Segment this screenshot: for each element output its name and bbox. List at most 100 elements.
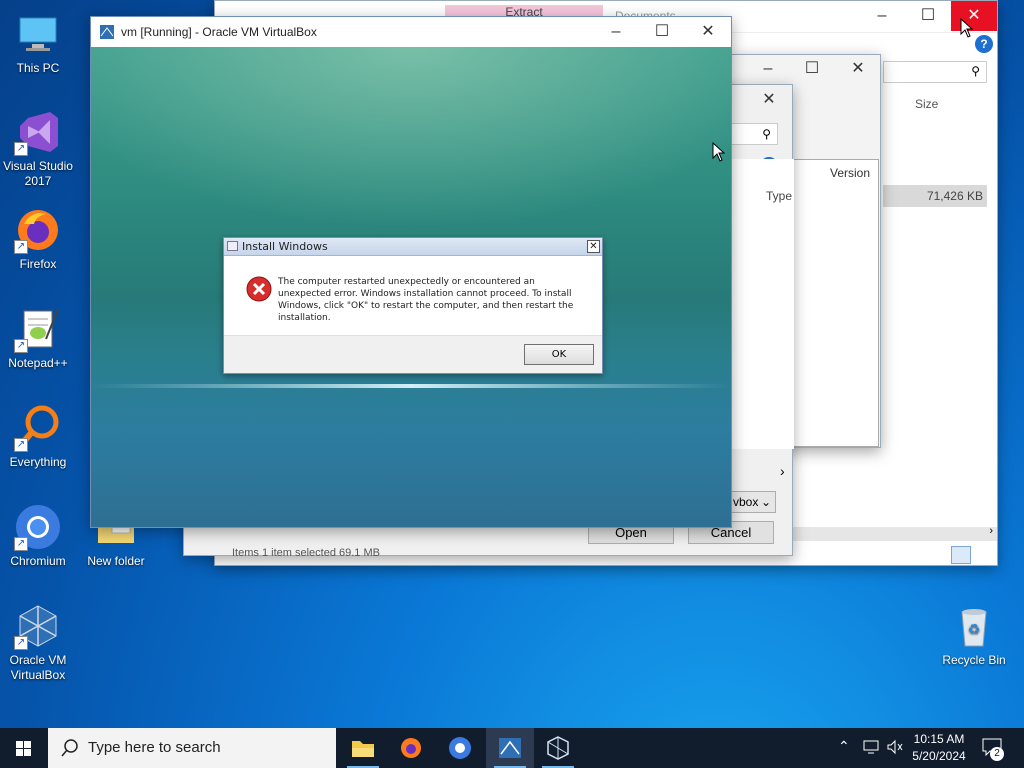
desktop-icon-notepad-plus-plus[interactable]: ↗ Notepad++ [0, 305, 76, 371]
file-list[interactable]: Type [732, 159, 794, 449]
close-button[interactable]: ✕ [587, 240, 600, 253]
firefox-icon [401, 738, 421, 758]
maximize-button[interactable]: ☐ [789, 55, 835, 83]
shortcut-arrow-icon: ↗ [14, 240, 28, 254]
scroll-right-icon[interactable]: › [989, 525, 993, 537]
shortcut-arrow-icon: ↗ [14, 339, 28, 353]
virtualbox-icon [547, 736, 569, 760]
file-type-value: vbox [733, 495, 759, 509]
virtualbox-icon: ↗ [14, 602, 62, 650]
taskbar-clock[interactable]: 10:15 AM 5/20/2024 [906, 731, 972, 765]
error-icon [246, 276, 272, 302]
desktop-icon-label: Firefox [19, 257, 57, 271]
shortcut-arrow-icon: ↗ [14, 537, 28, 551]
desktop-icon-label: Everything [9, 455, 67, 469]
scroll-right-icon[interactable]: › [780, 463, 785, 479]
taskbar-file-explorer[interactable] [339, 728, 387, 768]
maximize-button[interactable]: ☐ [639, 17, 685, 47]
taskbar-chromium[interactable] [436, 728, 484, 768]
taskbar-search-box[interactable]: Type here to search [48, 728, 336, 768]
chromium-icon [449, 737, 471, 759]
column-header-type[interactable]: Type [766, 189, 792, 203]
search-icon [61, 739, 78, 757]
computer-icon [14, 10, 62, 58]
desktop-icon-chromium[interactable]: ↗ Chromium [0, 503, 76, 569]
vbox-titlebar[interactable]: vm [Running] - Oracle VM VirtualBox – ☐ … [91, 17, 731, 47]
install-dialog-title: Install Windows [242, 240, 328, 253]
install-windows-error-dialog[interactable]: Install Windows ✕ The computer restarted… [223, 237, 603, 374]
desktop-icon-everything[interactable]: ↗ Everything [0, 404, 76, 470]
shortcut-arrow-icon: ↗ [14, 142, 28, 156]
vm-screen[interactable]: Install Windows ✕ The computer restarted… [91, 47, 731, 527]
taskbar-virtualbox-vm[interactable] [486, 728, 534, 768]
list-pane[interactable]: Version [791, 159, 879, 447]
desktop-icon-label: New folder [87, 554, 145, 568]
visual-studio-icon: ↗ [14, 108, 62, 156]
action-center-button[interactable]: 2 [980, 736, 1006, 761]
desktop-icon-recycle-bin[interactable]: ♻ Recycle Bin [936, 602, 1012, 668]
status-bar: Items 1 item selected 69.1 MB [232, 547, 380, 559]
close-button[interactable]: ✕ [951, 1, 997, 31]
minimize-button[interactable]: – [859, 1, 905, 31]
desktop-icon-virtualbox[interactable]: ↗ Oracle VM VirtualBox [0, 602, 76, 683]
notification-count-badge: 2 [990, 747, 1004, 761]
close-button[interactable]: ✕ [835, 55, 881, 83]
large-icons-view-button[interactable] [975, 546, 995, 564]
desktop-icon-label: This PC [16, 61, 60, 75]
clock-time: 10:15 AM [913, 732, 965, 746]
explorer-search-input[interactable]: ⚲ [883, 61, 987, 83]
help-icon[interactable]: ? [975, 35, 993, 53]
desktop-icon-label: Notepad++ [8, 356, 68, 370]
svg-text:♻: ♻ [968, 621, 981, 637]
windows-logo-icon [16, 741, 31, 756]
minimize-button[interactable]: – [745, 55, 791, 83]
search-icon: ⚲ [971, 64, 980, 78]
search-placeholder: Type here to search [88, 739, 221, 756]
virtualbox-vm-icon [499, 738, 521, 758]
desktop-icon-label: Oracle VM VirtualBox [9, 653, 67, 682]
install-dialog-titlebar: Install Windows ✕ [224, 238, 602, 256]
virtualbox-vm-window[interactable]: vm [Running] - Oracle VM VirtualBox – ☐ … [90, 16, 732, 528]
firefox-icon: ↗ [14, 206, 62, 254]
maximize-button[interactable]: ☐ [905, 1, 951, 31]
show-hidden-icons-chevron-up-icon[interactable]: ⌃ [838, 738, 850, 755]
taskbar-firefox[interactable] [387, 728, 435, 768]
everything-search-icon: ↗ [14, 404, 62, 452]
chromium-icon: ↗ [14, 503, 62, 551]
shortcut-arrow-icon: ↗ [14, 438, 28, 452]
column-header-version[interactable]: Version [830, 166, 870, 180]
ok-button[interactable]: OK [524, 344, 594, 365]
search-icon: ⚲ [762, 127, 771, 141]
desktop-icon-this-pc[interactable]: This PC [0, 10, 76, 76]
clock-date: 5/20/2024 [912, 749, 966, 763]
details-view-button[interactable] [951, 546, 971, 564]
chevron-down-icon: ⌄ [760, 495, 771, 509]
dialog-search-input[interactable]: ⚲ [724, 123, 778, 145]
minimize-button[interactable]: – [593, 17, 639, 47]
recycle-bin-icon: ♻ [950, 602, 998, 650]
setup-app-icon [227, 241, 238, 251]
taskbar: Type here to search ⌃ 10:15 AM 5/20/2024… [0, 728, 1024, 768]
mouse-pointer-icon [960, 18, 974, 38]
install-dialog-footer: OK [224, 335, 602, 373]
network-icon[interactable] [862, 739, 880, 755]
notepad-plus-plus-icon: ↗ [14, 305, 62, 353]
column-header-size[interactable]: Size [915, 97, 938, 111]
close-button[interactable]: ✕ [685, 17, 731, 47]
volume-muted-icon[interactable] [886, 739, 904, 755]
taskbar-virtualbox-manager[interactable] [534, 728, 582, 768]
desktop-icon-firefox[interactable]: ↗ Firefox [0, 206, 76, 272]
close-button[interactable]: ✕ [746, 85, 792, 115]
desktop-icon-label: Recycle Bin [942, 653, 1006, 667]
desktop-icon-visual-studio[interactable]: ↗ Visual Studio 2017 [0, 108, 76, 189]
desktop-icon-label: Chromium [10, 554, 66, 568]
file-explorer-icon [352, 741, 374, 757]
file-type-select[interactable]: vbox ⌄ [726, 491, 776, 513]
start-button[interactable] [0, 728, 48, 768]
file-row-size[interactable]: 71,426 KB [883, 185, 987, 207]
vbox-window-title: vm [Running] - Oracle VM VirtualBox [121, 25, 317, 39]
vm-mouse-pointer-icon [712, 142, 726, 162]
shortcut-arrow-icon: ↗ [14, 636, 28, 650]
error-message: The computer restarted unexpectedly or e… [278, 277, 574, 323]
desktop-icon-label: Visual Studio 2017 [3, 159, 73, 188]
